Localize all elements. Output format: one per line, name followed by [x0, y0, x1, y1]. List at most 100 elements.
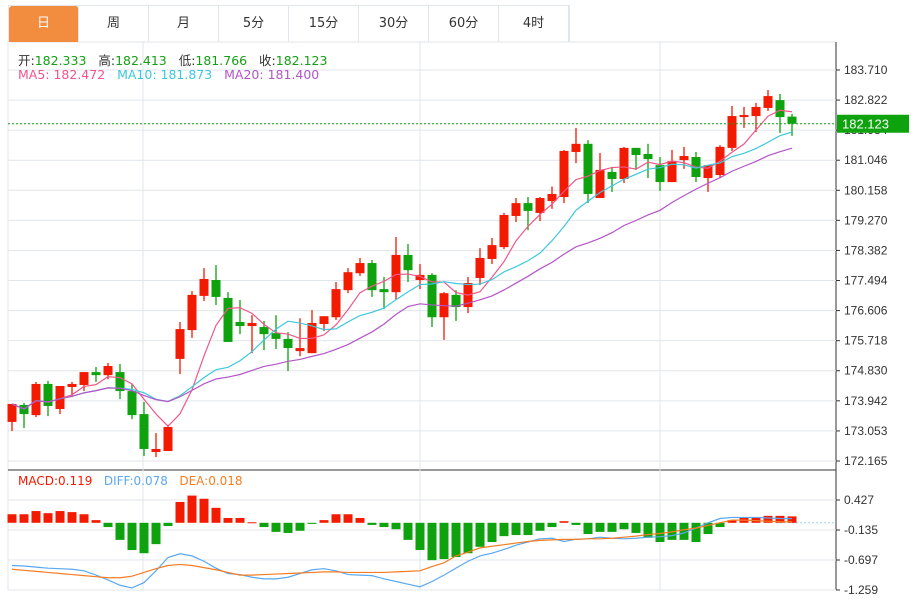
high-value: 182.413: [115, 53, 167, 68]
tab-month[interactable]: 月: [149, 6, 219, 42]
candle: [523, 197, 533, 231]
tab-15min[interactable]: 15分: [289, 6, 359, 42]
macd-bar: [655, 522, 665, 543]
macd-bar: [139, 522, 149, 554]
macd-bar: [31, 511, 41, 523]
macd-tick-label: -0.135: [844, 523, 878, 537]
candle-body: [235, 321, 245, 327]
candle-body: [679, 156, 689, 161]
price-tick-label: 180.158: [844, 183, 888, 197]
macd-bar: [691, 522, 701, 543]
ma5-value: MA5: 182.472: [18, 67, 106, 82]
ma10-value: MA10: 181.873: [117, 67, 213, 82]
macd-bar: [319, 520, 329, 523]
candle-body: [187, 294, 197, 331]
candle-body: [151, 448, 161, 453]
kline-chart[interactable]: 183.710182.822181.934181.046180.158179.2…: [0, 0, 914, 601]
candle-body: [487, 245, 497, 259]
price-tick-label: 182.822: [844, 93, 888, 107]
candle: [571, 127, 581, 164]
macd-bar: [607, 522, 617, 532]
candle-body: [139, 414, 149, 449]
candle: [43, 380, 53, 417]
close-label: 收:: [259, 53, 276, 68]
macd-bar: [271, 522, 281, 532]
candle-body: [175, 329, 185, 359]
candle-body: [739, 115, 749, 118]
candle: [139, 401, 149, 457]
candle: [475, 248, 485, 286]
open-value: 182.333: [34, 53, 87, 68]
macd-bar: [91, 520, 101, 523]
macd-bar: [307, 522, 317, 524]
tab-day[interactable]: 日: [9, 6, 79, 42]
candle-body: [355, 263, 365, 274]
candle-body: [31, 383, 41, 416]
candle-body: [775, 100, 785, 118]
candle-body: [511, 203, 521, 216]
macd-bar: [499, 522, 509, 537]
macd-tick-label: -0.697: [844, 553, 878, 567]
candle-body: [583, 143, 593, 194]
macd-bar: [403, 522, 413, 540]
candle: [331, 282, 341, 320]
candle-body: [763, 96, 773, 108]
macd-bar: [391, 522, 401, 530]
candle: [211, 265, 221, 306]
macd-bar: [619, 522, 629, 530]
tab-5min[interactable]: 5分: [219, 6, 289, 42]
candle: [703, 165, 713, 192]
macd-bar: [55, 511, 65, 523]
macd-bar: [151, 522, 161, 545]
macd-bar: [511, 522, 521, 536]
low-label: 低:: [178, 53, 196, 68]
candle-body: [343, 272, 353, 291]
price-tick-label: 179.270: [844, 213, 888, 227]
macd-bar: [211, 507, 221, 523]
candle-body: [199, 278, 209, 296]
macd-bar: [199, 498, 209, 523]
macd-bar: [631, 522, 641, 533]
macd-bar: [571, 522, 581, 525]
candle: [763, 89, 773, 111]
candle: [7, 403, 17, 432]
candle: [307, 310, 317, 354]
macd-bar: [235, 517, 245, 523]
ma-legend: MA5: 182.472 MA10: 181.873 MA20: 181.400: [18, 67, 319, 82]
price-tick-label: 177.494: [844, 274, 888, 288]
candle: [667, 149, 677, 183]
candle: [91, 367, 101, 382]
candle-body: [7, 403, 17, 422]
macd-bar: [259, 522, 269, 528]
macd-value: MACD:0.119: [18, 474, 93, 488]
price-tick-label: 173.942: [844, 394, 888, 408]
candle-body: [475, 257, 485, 278]
candle-body: [535, 198, 545, 213]
candle-body: [787, 116, 797, 124]
candle-body: [103, 366, 113, 376]
dea-value: DEA:0.018: [179, 474, 243, 488]
macd-bar: [343, 514, 353, 523]
macd-bar: [223, 517, 233, 523]
tab-60min[interactable]: 60分: [429, 6, 499, 42]
tab-week[interactable]: 周: [79, 6, 149, 42]
macd-bar: [43, 513, 53, 523]
candle-body: [751, 106, 761, 117]
macd-bar: [451, 522, 461, 557]
candle: [151, 433, 161, 458]
ma20-line: [11, 147, 793, 410]
macd-bar: [379, 522, 389, 528]
macd-bar: [19, 514, 29, 523]
macd-bar: [187, 495, 197, 523]
candle-body: [247, 322, 257, 327]
candle-body: [607, 171, 617, 180]
close-value: 182.123: [275, 53, 328, 68]
tab-30min[interactable]: 30分: [359, 6, 429, 42]
macd-bar: [427, 522, 437, 561]
tab-4hour[interactable]: 4时: [499, 6, 569, 42]
low-value: 181.766: [195, 53, 248, 68]
candle: [487, 237, 497, 265]
candle-body: [163, 426, 173, 452]
candle: [391, 236, 401, 300]
candle: [643, 143, 653, 179]
